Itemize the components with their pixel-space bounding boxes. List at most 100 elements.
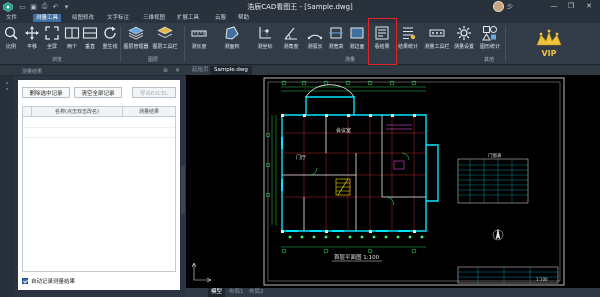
group-separator — [120, 26, 121, 62]
avatar[interactable] — [493, 1, 504, 12]
title-bar: ▭ ▣ ⎙ ↶ ▾ 浩辰CAD看图王 - [Sample.dwg] 少 — ❐ … — [0, 0, 600, 13]
tab-sample-dwg[interactable]: Sample.dwg — [210, 66, 252, 75]
auto-record-label: 自动记录测量结果 — [31, 279, 76, 285]
layer-manager-icon — [128, 26, 144, 40]
clear-all-button[interactable]: 清空全部记录 — [74, 87, 122, 98]
measure-coordinate-button[interactable]: 测坐标 — [254, 24, 276, 54]
measure-toolbar-button[interactable]: 测量工具栏 — [422, 24, 452, 54]
vertical-icon — [82, 27, 98, 39]
menu-measure[interactable]: 测量工具 — [33, 14, 62, 22]
restore-button[interactable]: ❐ — [563, 0, 579, 12]
north-arrow-icon — [492, 228, 504, 241]
group-label-layer: 图层 — [148, 57, 159, 63]
vip-label: VIP — [541, 49, 556, 58]
tab-model[interactable]: 模型 — [208, 288, 226, 297]
measure-angle-icon — [284, 27, 297, 40]
measure-length-icon — [191, 30, 207, 37]
column-name[interactable]: 名称(点击双击改名) — [32, 108, 122, 115]
table-row-line — [23, 137, 175, 138]
vip-badge-icon[interactable]: VIP — [532, 27, 566, 61]
menu-text-dim[interactable]: 文字标注 — [104, 14, 132, 22]
user-name[interactable]: 少 — [507, 2, 513, 11]
measure-edge-button[interactable]: 测边面 — [347, 24, 367, 54]
measure-toolbar-icon — [429, 29, 445, 37]
close-button[interactable]: ✕ — [581, 0, 597, 12]
export-excel-button[interactable]: 导出EXCEL — [132, 87, 176, 98]
menu-file[interactable]: 文件 — [3, 14, 20, 22]
column-result[interactable]: 测量结果 — [123, 108, 175, 115]
tab-layout1[interactable]: 布局1 — [226, 288, 247, 297]
regen-button[interactable]: 重生线 — [100, 24, 120, 54]
group-separator — [184, 26, 185, 62]
pin-icon[interactable]: ⊕ — [163, 67, 168, 74]
measure-results-panel: 测量结果 ⊕ ✕ 删除选中记录 清空全部记录 导出EXCEL 名称(点击双击改名… — [0, 66, 186, 297]
scale-note: 1:100 — [536, 277, 548, 282]
view-results-highlight — [368, 18, 397, 65]
cad-canvas[interactable]: 会议室 门厅 首层平面图 1:100 门窗表 1:100 — [186, 75, 600, 288]
schedule-table: 门窗表 — [457, 152, 529, 204]
tab-layout2[interactable]: 布局2 — [246, 288, 267, 297]
measure-settings-button[interactable]: 测量设置 — [452, 24, 476, 54]
result-stats-button[interactable]: 结果统计 — [396, 24, 420, 54]
regen-icon — [104, 26, 116, 39]
pan-icon — [25, 26, 39, 40]
menu-3d-view[interactable]: 三维视图 — [140, 14, 168, 22]
panel-title: 测量结果 — [22, 69, 43, 75]
tab-start-page[interactable]: 起始页 — [188, 66, 213, 75]
measure-arc-icon — [307, 34, 323, 40]
plan-title: 首层平面图 1:100 — [334, 253, 380, 261]
fullscreen-button[interactable]: 全屏 — [44, 24, 60, 54]
vertical-button[interactable]: 垂直 — [82, 24, 98, 54]
result-stats-icon — [403, 27, 416, 40]
panel-close-icon[interactable]: ✕ — [175, 67, 180, 74]
measure-area-icon — [225, 26, 239, 40]
measure-length-button[interactable]: 测长度 — [188, 24, 210, 54]
results-table[interactable]: 名称(点击双击改名) 测量结果 — [22, 106, 176, 272]
table-header: 名称(点击双击改名) 测量结果 — [23, 107, 175, 117]
delete-selected-button[interactable]: 删除选中记录 — [22, 87, 70, 98]
auto-record-checkbox[interactable] — [22, 278, 28, 284]
measure-width-icon — [329, 27, 343, 39]
panel-body: 删除选中记录 清空全部记录 导出EXCEL 名称(点击双击改名) 测量结果 自动… — [18, 80, 180, 290]
two-view-button[interactable]: 两个 — [63, 24, 81, 54]
layout-tabs: 模型 布局1 布局2 — [186, 288, 600, 297]
two-view-icon — [64, 27, 80, 39]
layer-manager-button[interactable]: 图层管理器 — [122, 24, 150, 54]
room-label-meeting: 会议室 — [336, 127, 351, 134]
measure-settings-icon — [457, 26, 471, 40]
ucs-icon — [191, 262, 212, 283]
panel-header: 测量结果 ⊕ ✕ — [0, 66, 186, 76]
panel-splitter[interactable] — [181, 166, 185, 214]
measure-width-button[interactable]: 测宽高 — [326, 24, 346, 54]
measure-area-button[interactable]: 测面积 — [212, 24, 252, 54]
measure-coordinate-icon — [259, 27, 271, 39]
shape-stats-icon — [482, 26, 497, 41]
strip-dot — [6, 88, 8, 90]
document-tabs: 起始页 Sample.dwg — [186, 66, 600, 75]
table-row-line — [23, 127, 175, 128]
measure-edge-icon — [350, 27, 364, 39]
menu-extension[interactable]: 扩展工具 — [174, 14, 202, 22]
menu-help[interactable]: 帮助 — [235, 14, 252, 22]
title-block: 1:100 — [457, 266, 559, 284]
side-strip — [0, 76, 14, 297]
pan-button[interactable]: 平移 — [24, 24, 40, 54]
group-label-browse: 浏览 — [52, 57, 63, 63]
menu-draw-modify[interactable]: 绘图修改 — [69, 14, 97, 22]
zoom-button[interactable]: 比例 — [3, 24, 19, 54]
menu-bar: 文件 测量工具 绘图修改 文字标注 三维视图 扩展工具 云服 帮助 — [0, 13, 600, 23]
zoom-icon — [4, 26, 18, 40]
group-label-other: 其他 — [484, 57, 495, 63]
strip-dot — [6, 82, 8, 84]
auto-record-option[interactable]: 自动记录测量结果 — [22, 277, 75, 285]
floor-plan-drawing: 会议室 门厅 首层平面图 1:100 门窗表 1:100 — [191, 77, 565, 286]
measure-arc-button[interactable]: 测弧长 — [304, 24, 326, 54]
ribbon: 比例 平移 全屏 两个 垂直 重生线 图层管理器 图层工具栏 测长度 测面积 测… — [0, 23, 600, 65]
minimize-button[interactable]: — — [546, 0, 562, 12]
schedule-title: 门窗表 — [488, 152, 502, 159]
shape-stats-button[interactable]: 图形统计 — [478, 24, 502, 54]
group-separator — [505, 26, 506, 62]
measure-angle-button[interactable]: 测角度 — [280, 24, 302, 54]
menu-cloud[interactable]: 云服 — [212, 14, 229, 22]
layer-toolbar-button[interactable]: 图层工具栏 — [151, 24, 179, 54]
